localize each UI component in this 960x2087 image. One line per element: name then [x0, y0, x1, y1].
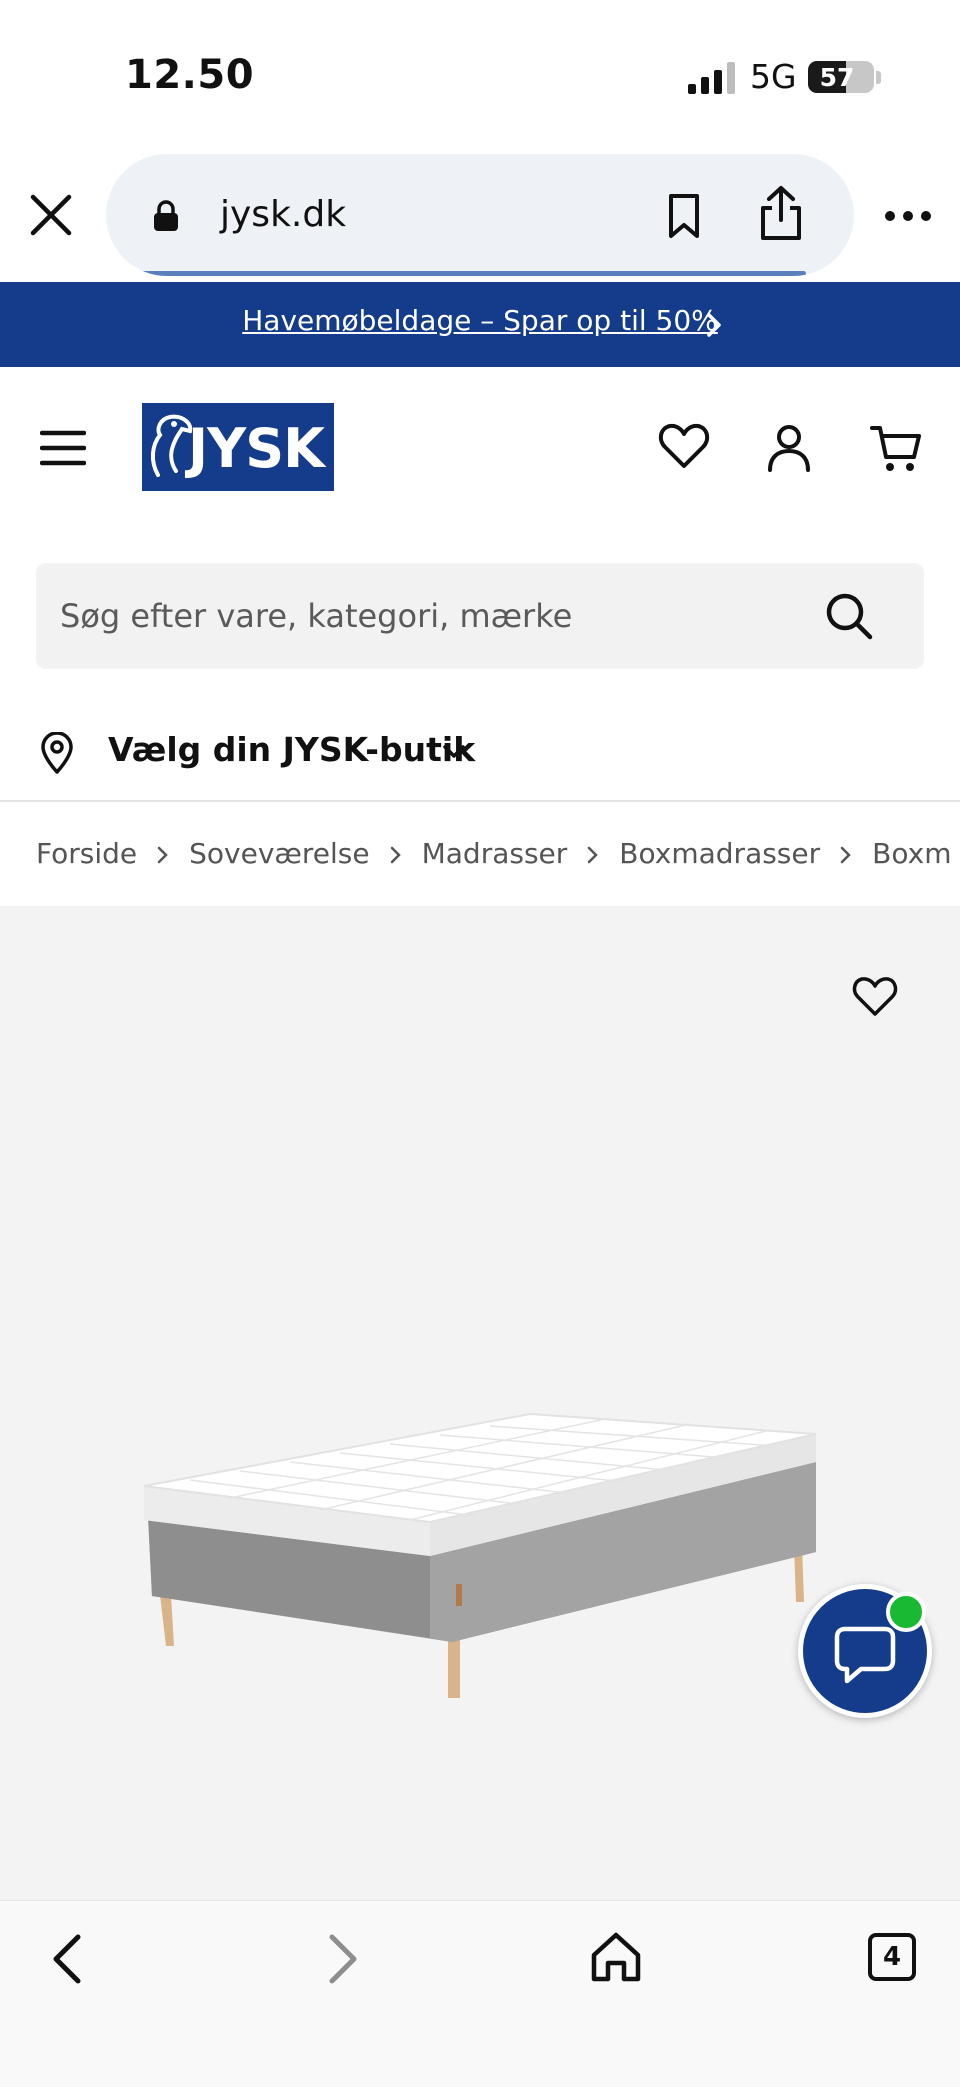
breadcrumb-item-forside[interactable]: Forside [36, 802, 137, 906]
search-icon[interactable] [824, 591, 874, 641]
promo-link[interactable]: Havemøbeldage – Spar op til 50% [0, 304, 960, 337]
store-selector[interactable]: Vælg din JYSK-butik [36, 718, 516, 788]
close-icon[interactable] [28, 192, 74, 238]
breadcrumb-item-madrasser[interactable]: Madrasser [422, 802, 568, 906]
breadcrumb-item-boxmadrasser[interactable]: Boxmadrasser [619, 802, 820, 906]
chevron-right-icon [707, 313, 721, 337]
user-account-icon[interactable] [766, 423, 812, 473]
more-options-icon[interactable] [884, 210, 932, 222]
browser-toolbar: jysk.dk [0, 150, 960, 282]
product-image-gallery[interactable] [0, 906, 960, 1900]
breadcrumb-item-sovevaerelse[interactable]: Soveværelse [189, 802, 369, 906]
breadcrumb-separator [370, 802, 422, 906]
chat-bubble-icon [834, 1626, 896, 1684]
breadcrumb-item-current: Boxm [872, 837, 952, 870]
breadcrumb-separator [820, 802, 872, 906]
product-image-boxmadras [143, 1412, 817, 1698]
logo-text: JYSK [188, 417, 325, 480]
chevron-right-icon [157, 846, 168, 864]
status-bar: 12.50 5G 57 [0, 0, 960, 150]
url-text: jysk.dk [220, 194, 347, 235]
chevron-right-icon [840, 846, 851, 864]
battery-tip [876, 71, 881, 84]
battery-icon: 57 [808, 61, 874, 93]
back-arrow-icon[interactable] [48, 1931, 88, 1987]
page-load-progress [136, 271, 806, 276]
search-input[interactable] [60, 563, 820, 669]
tabs-count-button[interactable]: 4 [868, 1933, 916, 1981]
promo-banner[interactable]: Havemøbeldage – Spar op til 50% [0, 282, 960, 367]
share-icon[interactable] [758, 184, 804, 242]
breadcrumb-separator [567, 802, 619, 906]
network-type: 5G [750, 57, 797, 96]
site-header: JYSK [0, 367, 960, 527]
browser-bottom-nav: 4 [0, 1900, 960, 2087]
breadcrumb: Forside Soveværelse Madrasser Boxmadrasser B… [36, 802, 960, 906]
add-to-wishlist-heart-icon[interactable] [852, 976, 898, 1018]
chevron-right-icon [588, 846, 599, 864]
hamburger-menu-icon[interactable] [40, 429, 86, 467]
battery-percent: 57 [819, 63, 855, 92]
chevron-right-icon [390, 846, 401, 864]
cellular-signal-icon [688, 62, 735, 94]
shopping-cart-icon[interactable] [870, 423, 922, 475]
location-pin-icon [41, 732, 73, 774]
chevron-down-icon [443, 745, 465, 758]
jysk-logo[interactable]: JYSK [142, 403, 334, 491]
status-time: 12.50 [125, 52, 255, 98]
bookmark-icon[interactable] [662, 192, 706, 240]
store-selector-label: Vælg din JYSK-butik [108, 730, 476, 769]
forward-arrow-icon[interactable] [322, 1931, 362, 1987]
lock-icon [154, 200, 178, 231]
heart-icon[interactable] [658, 421, 710, 471]
breadcrumb-separator [137, 802, 189, 906]
home-icon[interactable] [590, 1931, 642, 1985]
address-bar[interactable]: jysk.dk [106, 154, 854, 276]
online-status-indicator [886, 1592, 926, 1632]
logo-bird-icon [151, 414, 193, 477]
search-bar [36, 563, 924, 669]
